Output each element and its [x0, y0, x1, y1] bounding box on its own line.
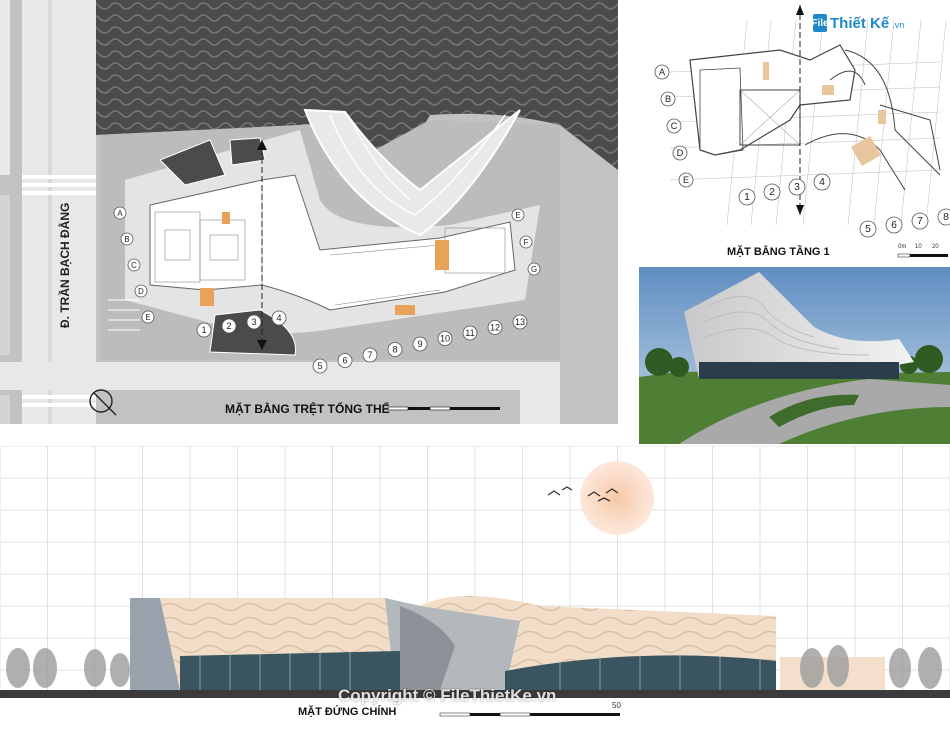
floor1-axis-num-5: 5 — [859, 220, 877, 238]
svg-text:6: 6 — [342, 356, 347, 366]
site-axis-num-12: 12 — [487, 320, 503, 335]
svg-text:8: 8 — [392, 345, 397, 355]
floor1-scale-10: 10 — [915, 244, 922, 250]
elevation-caption: MẶT ĐỨNG CHÍNH — [298, 706, 397, 718]
floor1-axis-num-7: 7 — [911, 212, 929, 230]
site-axis-num-13: 13 — [512, 314, 528, 330]
site-axis-num-6: 6 — [337, 353, 353, 368]
svg-text:7: 7 — [917, 216, 923, 227]
svg-text:2: 2 — [769, 187, 775, 198]
svg-text:C: C — [131, 261, 137, 270]
road-label: Đ. TRẦN BẠCH ĐẰNG — [58, 202, 72, 328]
site-axis-B: B — [120, 232, 134, 246]
svg-text:8: 8 — [943, 212, 949, 223]
logo-box: File — [811, 14, 829, 32]
site-axis-num-5: 5 — [312, 358, 328, 374]
svg-text:5: 5 — [865, 224, 871, 235]
svg-text:F: F — [524, 238, 529, 247]
svg-text:D: D — [138, 287, 144, 296]
site-axis-num-8: 8 — [387, 342, 403, 357]
svg-text:A: A — [659, 67, 666, 77]
floor1-plan-panel: A B C D E 1 2 3 4 5 6 7 8 MẶT BẰNG TẦNG 1 0m 10 20 — [640, 0, 950, 262]
site-axis-right-G: G — [527, 262, 541, 276]
site-axis-num-10: 10 — [437, 331, 453, 346]
site-axis-num-3: 3 — [246, 314, 262, 330]
site-axis-E: E — [141, 310, 155, 324]
svg-text:1: 1 — [744, 192, 750, 203]
svg-text:5: 5 — [317, 361, 322, 371]
floor1-axis-C: C — [666, 118, 682, 134]
svg-text:12: 12 — [490, 323, 500, 333]
site-axis-num-9: 9 — [412, 336, 428, 352]
floor1-axis-E: E — [678, 172, 694, 188]
svg-text:2: 2 — [226, 321, 231, 331]
svg-text:G: G — [531, 265, 537, 274]
svg-text:B: B — [124, 235, 129, 244]
sun-icon — [580, 461, 654, 535]
site-axis-right-F: F — [519, 235, 533, 249]
filethietke-logo: File Thiết Kế .vn — [811, 14, 905, 32]
copyright-watermark: Copyright © FileThietKe.vn — [338, 686, 557, 705]
svg-text:E: E — [145, 313, 150, 322]
svg-text:13: 13 — [515, 317, 525, 327]
floor1-axis-A: A — [654, 64, 670, 80]
svg-text:7: 7 — [367, 350, 372, 360]
site-scale-bar — [387, 406, 500, 411]
site-axis-C: C — [127, 258, 141, 272]
svg-text:E: E — [683, 175, 689, 185]
svg-text:E: E — [515, 211, 520, 220]
svg-text:1: 1 — [201, 325, 206, 335]
site-axis-right-E: E — [511, 208, 525, 222]
svg-text:3: 3 — [251, 317, 256, 327]
svg-text:10: 10 — [440, 334, 450, 344]
perspective-render — [639, 267, 950, 444]
logo-domain: .vn — [892, 20, 905, 30]
site-axis-num-2: 2 — [221, 318, 237, 334]
floor1-axis-D: D — [672, 145, 688, 161]
svg-text:C: C — [671, 121, 678, 131]
svg-text:B: B — [665, 94, 671, 104]
svg-text:A: A — [117, 209, 123, 218]
site-axis-A: A — [113, 206, 127, 220]
floor1-scale-20: 20 — [932, 244, 939, 250]
floor1-axis-num-2: 2 — [763, 183, 781, 201]
site-axis-num-4: 4 — [271, 310, 287, 326]
floor1-axis-num-8: 8 — [937, 208, 950, 226]
svg-text:4: 4 — [819, 177, 825, 188]
site-axis-D: D — [134, 284, 148, 298]
floor1-axis-num-1: 1 — [738, 188, 756, 206]
svg-text:D: D — [677, 148, 684, 158]
floor1-caption: MẶT BẰNG TẦNG 1 — [727, 246, 830, 258]
floor1-drawing: A B C D E 1 2 3 4 5 6 7 8 — [654, 5, 950, 258]
logo-text: Thiết Kế — [830, 14, 890, 32]
elev-scale-end: 50 — [612, 701, 621, 710]
floor1-axis-B: B — [660, 91, 676, 107]
floor1-axis-num-3: 3 — [788, 178, 806, 196]
site-plan-caption: MẶT BẰNG TRỆT TỔNG THỂ — [225, 402, 390, 416]
svg-text:6: 6 — [891, 220, 897, 231]
floor1-scale-0: 0m — [898, 244, 907, 250]
site-axis-num-11: 11 — [462, 325, 478, 341]
floor1-axis-num-6: 6 — [885, 216, 903, 234]
site-plan-panel: ABCDE EFG 1 2 3 4 5 6 7 8 9 10 11 12 13 Đ. TRẦN BẠCH… — [0, 0, 618, 424]
floor1-axis-num-4: 4 — [813, 173, 831, 191]
site-axis-num-7: 7 — [362, 347, 378, 363]
site-plan-drawing: ABCDE EFG 1 2 3 45678910111213 — [0, 0, 618, 424]
svg-text:9: 9 — [417, 339, 422, 349]
site-axis-num-1: 1 — [196, 322, 212, 338]
svg-text:4: 4 — [276, 313, 281, 323]
svg-text:3: 3 — [794, 182, 800, 193]
svg-text:11: 11 — [465, 328, 474, 338]
